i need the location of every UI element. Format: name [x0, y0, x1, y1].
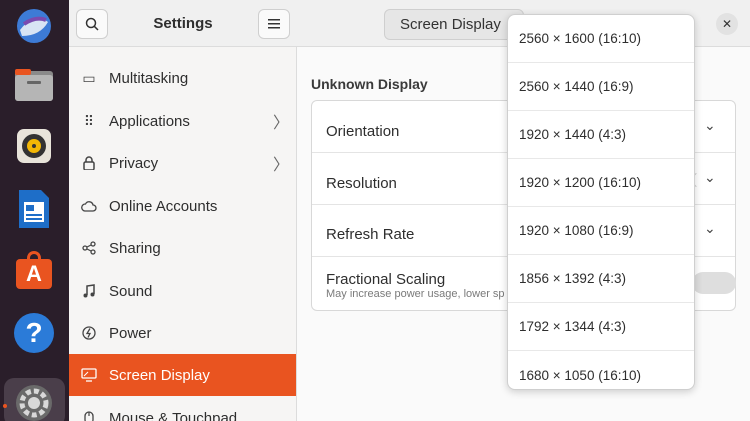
sidebar-item-mouse-touchpad[interactable]: Mouse & Touchpad [69, 397, 296, 421]
sidebar-item-label: Multitasking [109, 69, 189, 87]
help-icon: ? [14, 313, 54, 353]
resolution-option[interactable]: 1920 × 1200 (16:10) [508, 159, 694, 207]
lock-icon [69, 156, 109, 170]
applications-icon: ⠿ [83, 112, 95, 129]
fractional-scaling-description: May increase power usage, lower sp [326, 288, 505, 300]
resolution-option[interactable]: 1856 × 1392 (4:3) [508, 255, 694, 303]
chevron-right-icon: 〉 [272, 115, 289, 132]
chevron-down-icon: ⌄ [704, 220, 716, 236]
settings-icon [16, 385, 52, 421]
chevron-right-icon: 〉 [272, 157, 289, 174]
section-title: Unknown Display [311, 76, 428, 92]
sidebar-item-sound[interactable]: Sound [69, 270, 296, 312]
sidebar-item-label: Power [109, 324, 152, 342]
sidebar-item-privacy[interactable]: Privacy 〉 [69, 142, 296, 184]
orientation-label: Orientation [326, 123, 400, 140]
cloud-icon [69, 200, 109, 212]
files-icon [15, 69, 53, 101]
sidebar-item-applications[interactable]: ⠿ Applications 〉 [69, 100, 296, 142]
resolution-option[interactable]: 1792 × 1344 (4:3) [508, 303, 694, 351]
resolution-option[interactable]: 2560 × 1600 (16:10) [508, 15, 694, 63]
display-icon [69, 368, 109, 382]
dock-item-writer[interactable] [10, 185, 58, 233]
settings-sidebar: Settings ▭ Multitasking ⠿ Applications 〉… [69, 0, 297, 421]
resolution-dropdown: 2560 × 1600 (16:10) 2560 × 1440 (16:9) 1… [507, 14, 695, 390]
dock-item-software[interactable]: A [10, 247, 58, 295]
sidebar-item-sharing[interactable]: Sharing [69, 227, 296, 269]
resolution-option[interactable]: 1680 × 1050 (16:10) [508, 351, 694, 389]
sidebar-header: Settings [69, 0, 297, 47]
sidebar-item-label: Privacy [109, 154, 159, 172]
dock-running-indicator [3, 404, 7, 408]
sidebar-item-power[interactable]: Power [69, 312, 296, 354]
chevron-down-icon: ⌄ [704, 169, 716, 185]
sidebar-item-label: Sharing [109, 239, 161, 257]
sidebar-item-multitasking[interactable]: ▭ Multitasking [69, 57, 296, 99]
sidebar-item-label: Applications [109, 112, 190, 130]
writer-icon [19, 190, 49, 228]
dock-item-help[interactable]: ? [10, 309, 58, 357]
rhythmbox-icon [17, 129, 51, 163]
chevron-down-icon: ⌄ [704, 117, 716, 133]
tab-screen-display[interactable]: Screen Display [384, 9, 524, 40]
sidebar-item-label: Screen Display [109, 366, 210, 384]
fractional-scaling-label: Fractional Scaling [326, 271, 446, 288]
close-icon: ✕ [721, 17, 733, 31]
hamburger-menu-icon [268, 19, 280, 29]
sidebar-item-online-accounts[interactable]: Online Accounts [69, 185, 296, 227]
dock-item-rhythmbox[interactable] [10, 122, 58, 170]
fractional-scaling-toggle[interactable] [692, 272, 736, 294]
menu-button[interactable] [258, 9, 290, 39]
multitasking-icon: ▭ [82, 69, 96, 86]
power-icon [69, 326, 109, 340]
resolution-option[interactable]: 2560 × 1440 (16:9) [508, 63, 694, 111]
dock-item-files[interactable] [10, 60, 58, 108]
mouse-icon [69, 411, 109, 421]
refresh-rate-label: Refresh Rate [326, 226, 415, 243]
resolution-option[interactable]: 1920 × 1080 (16:9) [508, 207, 694, 255]
share-icon [69, 241, 109, 255]
dock: A ? [0, 0, 69, 421]
thunderbird-icon [17, 9, 51, 43]
resolution-option[interactable]: 1920 × 1440 (4:3) [508, 111, 694, 159]
dock-item-settings[interactable] [10, 379, 58, 421]
music-note-icon [69, 284, 109, 298]
close-button[interactable]: ✕ [716, 13, 738, 35]
sidebar-item-label: Sound [109, 282, 153, 300]
software-icon: A [14, 251, 54, 291]
dock-item-thunderbird[interactable] [10, 2, 58, 50]
sidebar-item-screen-display[interactable]: Screen Display [69, 354, 296, 396]
sidebar-item-label: Mouse & Touchpad [109, 409, 238, 421]
resolution-label: Resolution [326, 175, 397, 192]
sidebar-item-label: Online Accounts [109, 197, 218, 215]
